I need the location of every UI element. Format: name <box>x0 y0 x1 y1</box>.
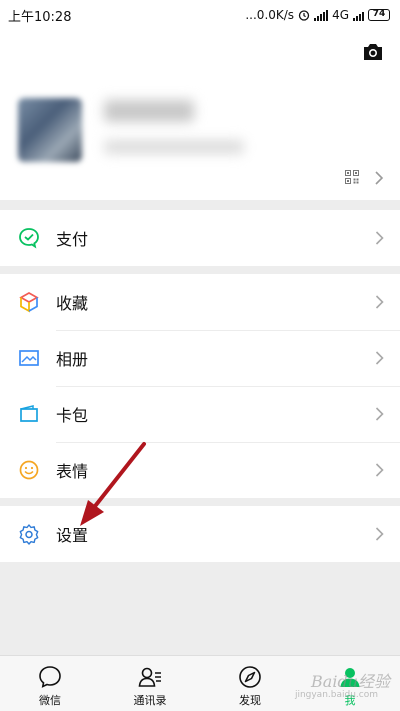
avatar[interactable] <box>18 98 82 162</box>
gear-icon <box>18 523 40 545</box>
network-type: 4G <box>332 8 349 22</box>
signal-icon-2 <box>353 10 364 21</box>
menu-label-cards: 卡包 <box>56 406 89 425</box>
tab-label-contacts: 通讯录 <box>133 693 167 707</box>
chevron-right-icon <box>375 351 384 365</box>
tab-discover[interactable]: 发现 <box>200 656 300 711</box>
battery-icon: 74 <box>368 9 390 21</box>
contacts-icon <box>138 667 161 687</box>
camera-icon[interactable] <box>362 42 384 62</box>
chevron-right-icon <box>375 463 384 477</box>
chat-bubble-icon <box>39 665 61 688</box>
menu-label-stickers: 表情 <box>56 462 89 481</box>
chevron-right-icon <box>375 527 384 541</box>
tab-chats[interactable]: 微信 <box>0 656 100 711</box>
compass-icon <box>239 665 261 688</box>
menu-item-pay[interactable]: 支付 <box>0 210 400 266</box>
chevron-right-icon[interactable] <box>374 170 384 186</box>
chevron-right-icon <box>375 231 384 245</box>
menu-item-favorites[interactable]: 收藏 <box>0 274 400 330</box>
menu-label-album: 相册 <box>56 350 89 369</box>
menu-item-album[interactable]: 相册 <box>0 330 400 386</box>
network-speed: ...0.0K/s <box>245 8 295 22</box>
qr-code-icon[interactable] <box>345 170 359 184</box>
menu-item-cards[interactable]: 卡包 <box>0 386 400 442</box>
watermark: Baidu经验 <box>311 672 390 691</box>
chevron-right-icon <box>375 407 384 421</box>
nickname-blurred <box>104 100 194 122</box>
menu-label-settings: 设置 <box>56 526 89 545</box>
profile-header[interactable] <box>0 30 400 200</box>
menu-label-pay: 支付 <box>56 230 89 249</box>
tab-contacts[interactable]: 通讯录 <box>100 656 200 711</box>
alarm-icon <box>298 10 310 21</box>
signal-icon <box>314 9 329 21</box>
image-icon <box>18 347 40 369</box>
wechat-pay-icon <box>18 227 40 249</box>
menu-label-favorites: 收藏 <box>56 294 89 313</box>
status-time: 上午10:28 <box>8 9 72 25</box>
tab-label-chats: 微信 <box>39 693 61 707</box>
smile-icon <box>18 459 40 481</box>
menu-item-settings[interactable]: 设置 <box>0 506 400 562</box>
status-indicators: ...0.0K/s 4G 74 <box>245 8 390 22</box>
cube-icon <box>18 291 40 313</box>
status-bar: 上午10:28 ...0.0K/s 4G 74 <box>0 0 400 30</box>
section-pay: 支付 <box>0 210 400 266</box>
watermark-url: jingyan.baidu.com <box>294 690 378 700</box>
section-tools: 收藏 相册 卡包 表情 <box>0 274 400 498</box>
wechat-id-blurred <box>104 140 244 154</box>
wallet-icon <box>18 403 40 425</box>
section-settings: 设置 <box>0 506 400 562</box>
chevron-right-icon <box>375 295 384 309</box>
menu-item-stickers[interactable]: 表情 <box>0 442 400 498</box>
tab-label-discover: 发现 <box>239 693 261 707</box>
